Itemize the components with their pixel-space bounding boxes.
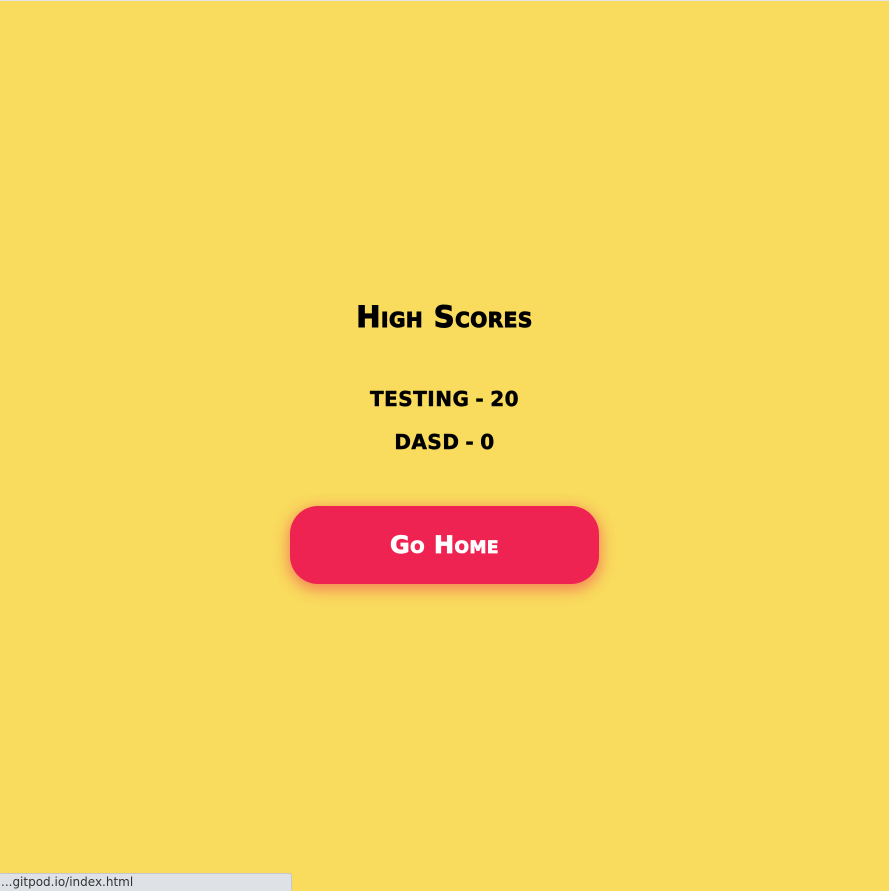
score-entry: TESTING -20 bbox=[369, 387, 520, 412]
link-status-bar: ...gitpod.io/index.html bbox=[0, 873, 292, 891]
player-name: TESTING bbox=[369, 387, 470, 412]
score-separator: - bbox=[465, 430, 475, 455]
go-home-button[interactable]: Go Home bbox=[290, 506, 599, 584]
score-entry: DASD -0 bbox=[394, 430, 495, 455]
player-name: DASD bbox=[394, 430, 460, 455]
high-scores-panel: High Scores TESTING -20 DASD -0 Go Home bbox=[0, 299, 889, 584]
score-separator: - bbox=[475, 387, 485, 412]
player-score: 0 bbox=[480, 430, 495, 455]
page-title: High Scores bbox=[356, 300, 533, 335]
high-scores-list: TESTING -20 DASD -0 bbox=[370, 387, 519, 473]
player-score: 20 bbox=[490, 387, 520, 412]
